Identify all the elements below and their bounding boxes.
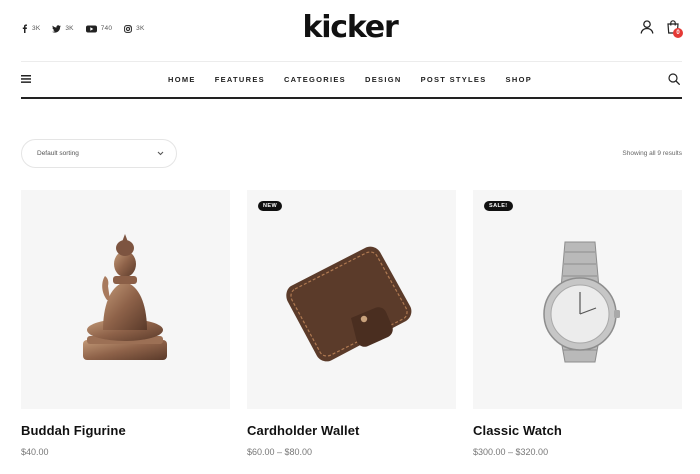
cardholder-wallet-image [286, 246, 412, 362]
product-price: $300.00 – $320.00 [473, 447, 549, 457]
nav-divider [21, 97, 682, 99]
classic-watch-image [543, 241, 620, 363]
site-logo[interactable]: kicker [0, 10, 700, 45]
product-price: $60.00 – $80.00 [247, 447, 313, 457]
cart-count-badge: 0 [673, 28, 683, 38]
product-image[interactable]: SALE! [473, 190, 682, 409]
nav-links: HOME FEATURES CATEGORIES DESIGN POST STY… [0, 75, 700, 84]
nav-item-post-styles[interactable]: POST STYLES [411, 75, 496, 84]
product-card[interactable]: SALE! Classic Watch $300.00 – $320.00 [473, 190, 682, 457]
buddha-figurine-image [83, 234, 167, 360]
nav-item-shop[interactable]: SHOP [496, 75, 541, 84]
product-price: $40.00 [21, 447, 49, 457]
user-account-icon[interactable] [640, 20, 654, 34]
result-count: Showing all 9 results [622, 150, 682, 157]
product-title[interactable]: Classic Watch [473, 423, 682, 438]
sort-select[interactable]: Default sorting [21, 139, 177, 168]
nav-item-home[interactable]: HOME [158, 75, 205, 84]
nav-item-categories[interactable]: CATEGORIES [274, 75, 355, 84]
main-nav: HOME FEATURES CATEGORIES DESIGN POST STY… [0, 62, 700, 97]
product-image[interactable]: NEW [247, 190, 456, 409]
nav-item-design[interactable]: DESIGN [356, 75, 412, 84]
cart-button[interactable]: 0 [667, 20, 685, 38]
product-image[interactable] [21, 190, 230, 409]
product-title[interactable]: Buddah Figurine [21, 423, 230, 438]
sort-select-value: Default sorting [37, 150, 79, 157]
product-card[interactable]: NEW Cardholder Wallet $60.00 – $80.00 [247, 190, 456, 457]
product-title[interactable]: Cardholder Wallet [247, 423, 456, 438]
top-bar: 3K 3K 740 3K kicker 0 [0, 0, 700, 60]
nav-item-features[interactable]: FEATURES [205, 75, 274, 84]
search-icon[interactable] [668, 73, 680, 85]
product-card[interactable]: Buddah Figurine $40.00 [21, 190, 230, 457]
chevron-down-icon [157, 151, 164, 156]
